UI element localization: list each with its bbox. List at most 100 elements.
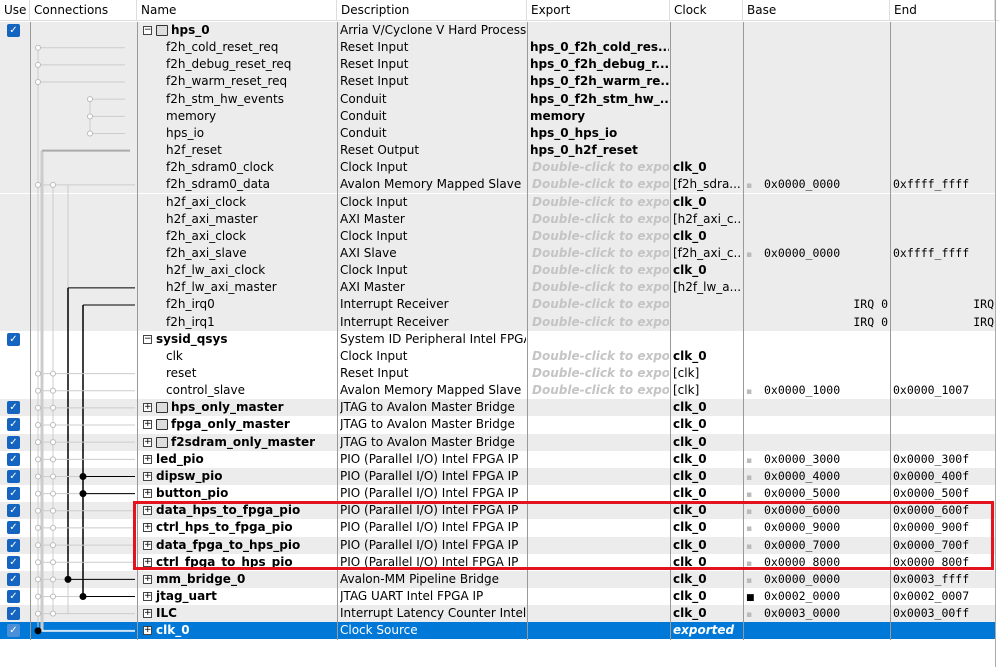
unlock-icon[interactable]: ▪	[746, 487, 754, 502]
expand-icon[interactable]: +	[143, 540, 152, 550]
export-hint[interactable]: Double-click to export	[532, 314, 669, 331]
clock-cell[interactable]: clk_0	[673, 194, 742, 211]
export-hint[interactable]: Double-click to export	[532, 296, 669, 313]
expand-icon[interactable]: +	[143, 591, 152, 601]
interface-row[interactable]: h2f_lw_axi_clock Clock Input Double-click …	[0, 262, 995, 280]
expand-icon[interactable]: +	[143, 471, 152, 481]
unlock-icon[interactable]: ▪	[746, 247, 754, 262]
name-cell[interactable]: + data_hps_to_fpga_pio	[143, 502, 333, 519]
use-checkbox[interactable]: ✓	[7, 607, 20, 621]
interface-row[interactable]: f2h_irq1 Interrupt Receiver Double-click t…	[0, 313, 995, 331]
unlock-icon[interactable]: ▪	[746, 504, 754, 519]
name-cell[interactable]: f2h_sdram0_data	[166, 176, 356, 193]
name-cell[interactable]: + data_fpga_to_hps_pio	[143, 537, 333, 554]
name-cell[interactable]: + fpga_only_master	[143, 416, 333, 433]
lock-icon[interactable]: ■	[746, 590, 755, 605]
clock-cell[interactable]: [clk]	[673, 365, 742, 382]
export-name[interactable]: hps_0_hps_io	[530, 125, 669, 142]
connection-dot[interactable]	[35, 387, 41, 394]
clock-cell[interactable]: clk_0	[673, 502, 742, 519]
name-cell[interactable]: h2f_reset	[166, 142, 356, 159]
component-row[interactable]: ✓ + f2sdram_only_master JTAG to Avalon Mast…	[0, 433, 995, 451]
clock-cell[interactable]: [h2f_axi_c...	[673, 211, 742, 228]
expand-icon[interactable]: +	[143, 420, 152, 430]
connection-dot[interactable]	[50, 490, 56, 497]
clock-cell[interactable]: clk_0	[673, 605, 742, 622]
column-header-description[interactable]: Description	[337, 0, 527, 21]
export-hint[interactable]: Double-click to export	[532, 194, 669, 211]
clock-cell[interactable]: clk_0	[673, 588, 742, 605]
export-hint[interactable]: Double-click to export	[532, 176, 669, 193]
connection-dot[interactable]	[35, 524, 41, 531]
column-header-end[interactable]: End	[890, 0, 995, 21]
connection-dot[interactable]	[35, 456, 41, 463]
clock-cell[interactable]: [f2h_sdra...	[673, 176, 742, 193]
connection-dot[interactable]	[35, 576, 41, 583]
unlock-icon[interactable]: ▪	[746, 539, 754, 554]
name-cell[interactable]: f2h_debug_reset_req	[166, 56, 356, 73]
name-cell[interactable]: − hps_0	[143, 22, 333, 39]
component-row[interactable]: ✓ + ILC Interrupt Latency Counter Intel ...…	[0, 605, 995, 623]
connection-dot[interactable]	[35, 559, 41, 566]
connection-dot[interactable]	[87, 130, 93, 137]
export-name[interactable]: hps_0_h2f_reset	[530, 142, 669, 159]
export-hint[interactable]: Double-click to export	[532, 365, 669, 382]
component-row[interactable]: ✓ + jtag_uart JTAG UART Intel FPGA IP clk_0 ■…	[0, 587, 995, 606]
clock-cell[interactable]: [h2f_lw_a...	[673, 279, 742, 296]
name-cell[interactable]: memory	[166, 108, 356, 125]
export-hint[interactable]: Double-click to export	[532, 348, 669, 365]
interface-row[interactable]: f2h_debug_reset_req Reset Input hps_0_f2h_…	[0, 56, 995, 74]
component-row[interactable]: ✓ + mm_bridge_0 Avalon-MM Pipeline Bridge cl…	[0, 570, 995, 588]
name-cell[interactable]: f2h_irq1	[166, 314, 356, 331]
unlock-icon[interactable]: ▪	[746, 453, 754, 468]
component-row[interactable]: ✓ + ctrl_hps_to_fpga_pio PIO (Parallel I/O)…	[0, 519, 995, 537]
base-address[interactable]: 0x0000_0000	[764, 176, 888, 193]
name-cell[interactable]: + mm_bridge_0	[143, 571, 333, 588]
base-address[interactable]: 0x0000_8000	[764, 554, 888, 571]
connection-dot[interactable]	[50, 593, 56, 600]
connection-dot[interactable]	[35, 542, 41, 549]
unlock-icon[interactable]: ▪	[746, 470, 754, 485]
expand-icon[interactable]: +	[143, 437, 152, 447]
connection-dot[interactable]	[50, 524, 56, 531]
use-checkbox[interactable]: ✓	[7, 624, 20, 638]
unlock-icon[interactable]: ▪	[746, 384, 754, 399]
component-row[interactable]: ✓ + ctrl_fpga_to_hps_pio PIO (Parallel I/O)…	[0, 553, 995, 571]
use-checkbox[interactable]: ✓	[7, 452, 20, 466]
base-address[interactable]: 0x0000_0000	[764, 571, 888, 588]
use-checkbox[interactable]: ✓	[7, 538, 20, 552]
use-checkbox[interactable]: ✓	[7, 521, 20, 535]
use-checkbox[interactable]: ✓	[7, 401, 20, 415]
connection-dot[interactable]	[35, 473, 41, 480]
expand-icon[interactable]: +	[143, 626, 152, 636]
name-cell[interactable]: + ctrl_hps_to_fpga_pio	[143, 519, 333, 536]
clock-cell[interactable]: [f2h_axi_c...	[673, 245, 742, 262]
export-name[interactable]: memory	[530, 108, 669, 125]
clock-cell[interactable]: clk_0	[673, 348, 742, 365]
name-cell[interactable]: f2h_sdram0_clock	[166, 159, 356, 176]
connection-dot[interactable]	[50, 370, 56, 377]
export-hint[interactable]: Double-click to export	[532, 211, 669, 228]
connections-graph[interactable]	[30, 22, 137, 640]
irq-number[interactable]: IRQ 0	[780, 314, 888, 331]
collapse-icon[interactable]: −	[143, 334, 152, 344]
unlock-icon[interactable]: ▪	[746, 556, 754, 571]
base-address[interactable]: 0x0003_0000	[764, 605, 888, 622]
connection-dot[interactable]	[35, 422, 41, 429]
connection-dot[interactable]	[50, 404, 56, 411]
export-hint[interactable]: Double-click to export	[532, 228, 669, 245]
interface-row[interactable]: control_slave Avalon Memory Mapped Slave D…	[0, 382, 995, 400]
connection-dot[interactable]	[35, 507, 41, 514]
interface-row[interactable]: h2f_axi_clock Clock Input Double-click to …	[0, 193, 995, 211]
name-cell[interactable]: + jtag_uart	[143, 588, 333, 605]
name-cell[interactable]: f2h_cold_reset_req	[166, 39, 356, 56]
clock-cell[interactable]: clk_0	[673, 519, 742, 536]
name-cell[interactable]: + f2sdram_only_master	[143, 434, 333, 451]
irq-number[interactable]: IRQ 0	[780, 296, 888, 313]
column-header-export[interactable]: Export	[527, 0, 670, 21]
name-cell[interactable]: clk	[166, 348, 356, 365]
clock-cell[interactable]: clk_0	[673, 451, 742, 468]
export-hint[interactable]: Double-click to export	[532, 382, 669, 399]
expand-icon[interactable]: +	[143, 489, 152, 499]
name-cell[interactable]: reset	[166, 365, 356, 382]
